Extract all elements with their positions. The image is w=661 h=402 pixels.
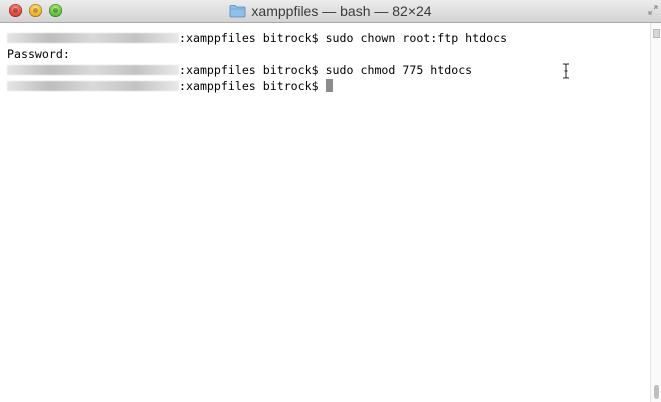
terminal-window: xamppfiles — bash — 82×24 :xamppfiles bi… <box>0 0 661 402</box>
ibeam-cursor-icon <box>563 63 569 79</box>
fullscreen-icon[interactable] <box>648 5 658 15</box>
split-pane-icon[interactable] <box>653 29 660 38</box>
title-container: xamppfiles — bash — 82×24 <box>0 2 661 20</box>
vertical-scrollbar[interactable] <box>650 23 661 402</box>
terminal-line: :xamppfiles bitrock$ sudo chmod 775 htdo… <box>0 62 651 78</box>
terminal-line: :xamppfiles bitrock$ sudo chown root:ftp… <box>0 30 651 46</box>
scrollbar-thumb[interactable] <box>654 385 659 399</box>
text-cursor <box>325 79 333 92</box>
line-text: Password: <box>7 47 70 61</box>
line-text: :xamppfiles bitrock$ sudo chmod 775 htdo… <box>179 63 473 77</box>
terminal-line: Password: <box>0 46 651 62</box>
terminal-prompt-line: :xamppfiles bitrock$ <box>0 78 651 94</box>
terminal-output[interactable]: :xamppfiles bitrock$ sudo chown root:ftp… <box>0 23 651 402</box>
title-bar[interactable]: xamppfiles — bash — 82×24 <box>0 0 661 23</box>
line-text: :xamppfiles bitrock$ sudo chown root:ftp… <box>179 31 508 45</box>
line-text: :xamppfiles bitrock$ <box>179 79 326 93</box>
folder-icon <box>230 5 246 18</box>
window-title: xamppfiles — bash — 82×24 <box>251 3 432 19</box>
redacted-hostname <box>7 65 179 75</box>
redacted-hostname <box>7 33 179 43</box>
redacted-hostname <box>7 81 179 91</box>
